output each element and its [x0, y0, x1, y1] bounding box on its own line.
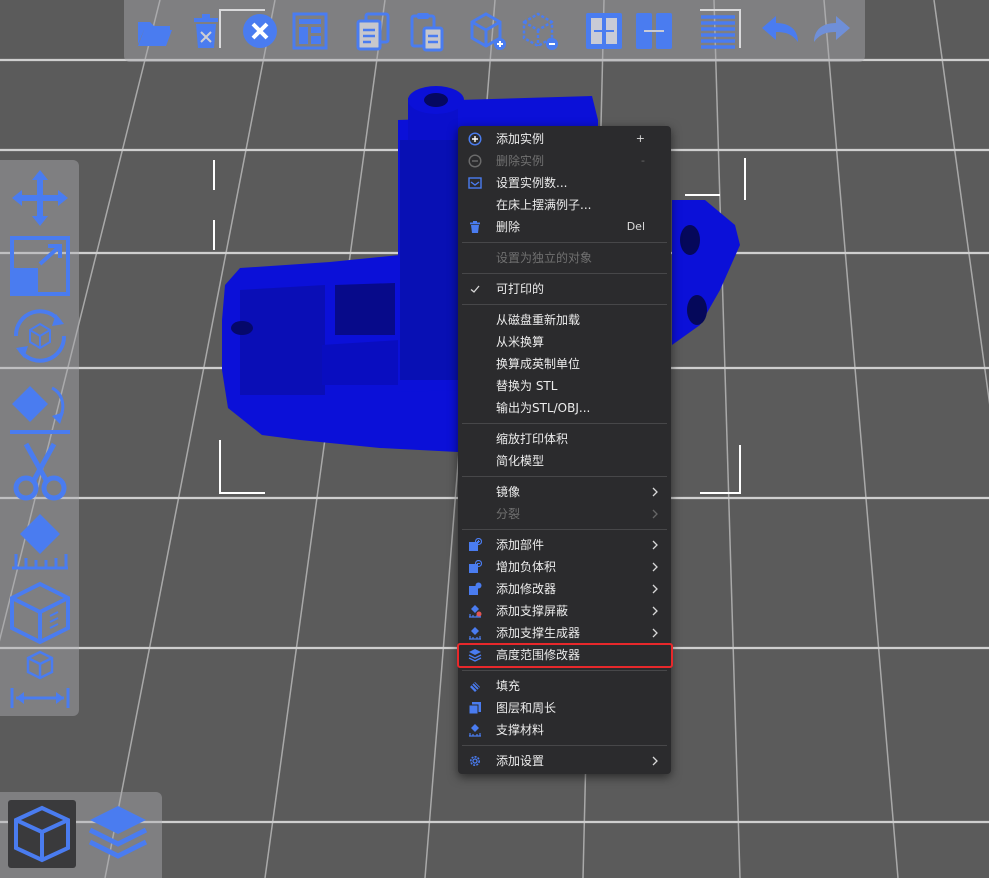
trash-icon — [468, 220, 482, 234]
paint-support-icon[interactable] — [6, 510, 74, 574]
open-folder-icon[interactable] — [132, 8, 176, 54]
support-material-icon — [468, 723, 482, 737]
chevron-right-icon — [651, 627, 659, 639]
view-toolbar — [0, 792, 162, 878]
cut-icon[interactable] — [6, 440, 74, 504]
split-to-parts-icon[interactable] — [632, 8, 676, 54]
scale-icon[interactable] — [6, 234, 74, 298]
menu-separator — [462, 476, 667, 477]
menu-item-replace-stl[interactable]: 替换为 STL — [458, 375, 671, 397]
undo-icon[interactable] — [758, 8, 802, 54]
menu-item-layers-perimeters[interactable]: 图层和周长 — [458, 697, 671, 719]
infill-icon — [468, 679, 482, 693]
minus-circle-icon — [468, 154, 482, 168]
menu-item-remove-instance[interactable]: 删除实例 - — [458, 150, 671, 172]
copy-icon[interactable] — [352, 8, 396, 54]
menu-separator — [462, 529, 667, 530]
check-icon — [468, 282, 482, 296]
menu-item-reload[interactable]: 从磁盘重新加载 — [458, 309, 671, 331]
redo-icon[interactable] — [810, 8, 854, 54]
left-toolbar — [0, 160, 79, 716]
modifier-icon — [468, 582, 482, 596]
3d-view-icon[interactable] — [8, 800, 76, 868]
preview-layers-icon[interactable] — [84, 800, 152, 868]
instances-icon — [468, 176, 482, 190]
arrange-icon[interactable] — [288, 8, 332, 54]
layers-perimeters-icon — [468, 701, 482, 715]
top-toolbar — [124, 0, 865, 62]
move-icon[interactable] — [6, 166, 74, 230]
menu-item-convert-to-imperial[interactable]: 换算成英制单位 — [458, 353, 671, 375]
support-blocker-icon — [468, 604, 482, 618]
menu-item-convert-from-meters[interactable]: 从米换算 — [458, 331, 671, 353]
delete-icon[interactable] — [184, 8, 228, 54]
menu-item-support-enforcer[interactable]: 添加支撑生成器 — [458, 622, 671, 644]
height-range-icon — [468, 648, 482, 662]
layer-editing-icon[interactable] — [696, 8, 740, 54]
support-enforcer-icon — [468, 626, 482, 640]
menu-item-add-part[interactable]: 添加部件 — [458, 534, 671, 556]
menu-item-add-modifier[interactable]: 添加修改器 — [458, 578, 671, 600]
menu-item-support-blocker[interactable]: 添加支撑屏蔽 — [458, 600, 671, 622]
menu-item-set-instances[interactable]: 设置实例数... — [458, 172, 671, 194]
measure-icon[interactable] — [6, 648, 74, 712]
remove-instance-icon[interactable] — [518, 8, 562, 54]
add-part-icon — [468, 538, 482, 552]
place-on-face-icon[interactable] — [6, 374, 74, 438]
menu-item-export-stl-obj[interactable]: 输出为STL/OBJ... — [458, 397, 671, 419]
menu-item-delete[interactable]: 删除 Del — [458, 216, 671, 238]
menu-item-add-settings[interactable]: 添加设置 — [458, 750, 671, 772]
negative-volume-icon — [468, 560, 482, 574]
menu-item-support-material[interactable]: 支撑材料 — [458, 719, 671, 741]
plus-circle-icon — [468, 132, 482, 146]
menu-item-negative-volume[interactable]: 增加负体积 — [458, 556, 671, 578]
seam-paint-icon[interactable] — [6, 580, 74, 644]
chevron-right-icon — [651, 486, 659, 498]
context-menu: 添加实例 + 删除实例 - 设置实例数... 在床上摆满例子... 删除 Del… — [458, 126, 671, 774]
chevron-right-icon — [651, 583, 659, 595]
rotate-icon[interactable] — [6, 304, 74, 368]
menu-item-printable[interactable]: 可打印的 — [458, 278, 671, 300]
menu-separator — [462, 304, 667, 305]
menu-item-add-instance[interactable]: 添加实例 + — [458, 128, 671, 150]
menu-separator — [462, 242, 667, 243]
menu-item-simplify-model[interactable]: 简化模型 — [458, 450, 671, 472]
add-instance-icon[interactable] — [466, 8, 510, 54]
delete-all-icon[interactable] — [238, 8, 282, 54]
chevron-right-icon — [651, 561, 659, 573]
menu-separator — [462, 423, 667, 424]
chevron-right-icon — [651, 605, 659, 617]
paste-icon[interactable] — [404, 8, 448, 54]
menu-item-scale-to-print-volume[interactable]: 缩放打印体积 — [458, 428, 671, 450]
chevron-right-icon — [651, 539, 659, 551]
split-to-objects-icon[interactable] — [582, 8, 626, 54]
menu-separator — [462, 273, 667, 274]
menu-item-infill[interactable]: 填充 — [458, 675, 671, 697]
chevron-right-icon — [651, 755, 659, 767]
menu-separator — [462, 670, 667, 671]
menu-item-height-range-modifier[interactable]: 高度范围修改器 — [458, 644, 671, 666]
menu-item-split-to-object[interactable]: 设置为独立的对象 — [458, 247, 671, 269]
gear-icon — [468, 754, 482, 768]
menu-item-split[interactable]: 分裂 — [458, 503, 671, 525]
menu-separator — [462, 745, 667, 746]
menu-item-fill-bed[interactable]: 在床上摆满例子... — [458, 194, 671, 216]
chevron-right-icon — [651, 508, 659, 520]
menu-item-mirror[interactable]: 镜像 — [458, 481, 671, 503]
